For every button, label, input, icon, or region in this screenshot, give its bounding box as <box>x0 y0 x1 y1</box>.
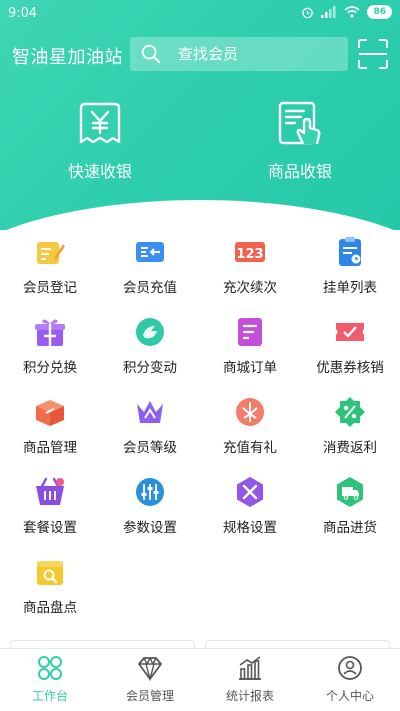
tab-label: 工作台 <box>31 689 68 703</box>
crown-icon <box>137 401 163 423</box>
points-change-icon <box>136 318 164 346</box>
grid-label: 商城订单 <box>223 360 277 376</box>
grid-label: 参数设置 <box>123 520 177 536</box>
tab-member-manage[interactable]: 会员管理 <box>100 653 200 704</box>
grid-label: 优惠券核销 <box>316 360 384 376</box>
grid-label: 会员等级 <box>123 440 177 456</box>
grid-label: 商品盘点 <box>23 600 77 616</box>
inventory-search-icon <box>37 561 63 585</box>
search-icon <box>141 44 161 64</box>
grid-item-member-level[interactable]: 会员等级 <box>100 392 200 472</box>
product-checkout-label: 商品收银 <box>267 162 332 181</box>
alarm-icon <box>302 7 314 18</box>
grid-label: 会员登记 <box>23 280 77 296</box>
grid-item-points-change[interactable]: 积分变动 <box>100 312 200 392</box>
person-icon <box>338 656 362 680</box>
status-time: 9:04 <box>8 6 38 21</box>
grid-label: 积分兑换 <box>23 360 77 376</box>
grid-label: 商品进货 <box>323 520 377 536</box>
status-icons: 86 <box>301 5 392 19</box>
grid-item-recharge-gift[interactable]: 充值有礼 <box>200 392 300 472</box>
pending-list-icon <box>339 237 361 266</box>
search-box[interactable] <box>130 37 348 71</box>
grid-item-member-recharge[interactable]: 会员充值 <box>100 232 200 312</box>
gift-icon <box>35 319 65 346</box>
grid-item-package-setting[interactable]: 套餐设置 <box>0 472 100 552</box>
status-bar: 9:04 86 <box>0 0 400 28</box>
grid-item-coupon-check[interactable]: 优惠券核销 <box>300 312 400 392</box>
tab-label: 个人中心 <box>325 689 374 703</box>
grid-item-product-manage[interactable]: 商品管理 <box>0 392 100 472</box>
grid-label: 套餐设置 <box>23 520 77 536</box>
tab-label: 统计报表 <box>225 689 274 703</box>
grid-label: 会员充值 <box>123 280 177 296</box>
count-recharge-icon: 123 <box>235 242 265 262</box>
tools-icon <box>237 477 263 507</box>
grid-label: 消费返利 <box>323 440 377 456</box>
bar-chart-icon <box>239 656 261 680</box>
header-curve <box>0 200 400 230</box>
percent-badge-icon <box>335 397 365 427</box>
tab-workbench[interactable]: 工作台 <box>0 653 100 704</box>
coupon-check-icon <box>336 323 364 341</box>
truck-icon <box>337 477 363 507</box>
scan-icon[interactable] <box>357 38 389 70</box>
grid-item-member-register[interactable]: 会员登记 <box>0 232 100 312</box>
grid-label: 充次续次 <box>223 280 277 296</box>
tab-label: 会员管理 <box>125 689 174 703</box>
grid-item-pending-list[interactable]: 挂单列表 <box>300 232 400 312</box>
wifi-icon <box>344 6 360 18</box>
bottom-tab-bar: 工作台 会员管理 统计报表 个人中心 <box>0 648 400 711</box>
signal-icon <box>321 6 336 18</box>
search-input[interactable] <box>178 45 328 63</box>
yuan-receipt-icon <box>79 102 121 144</box>
station-name: 智油星加油站 <box>12 47 123 68</box>
grid-label: 商品管理 <box>23 440 77 456</box>
tab-personal-center[interactable]: 个人中心 <box>300 653 400 704</box>
recharge-gift-icon <box>236 398 264 426</box>
grid-item-mall-order[interactable]: 商城订单 <box>200 312 300 392</box>
grid-label: 挂单列表 <box>323 280 377 296</box>
sliders-icon <box>136 478 164 506</box>
grid-item-count-recharge[interactable]: 123 充次续次 <box>200 232 300 312</box>
grid-item-consume-rebate[interactable]: 消费返利 <box>300 392 400 472</box>
card-recharge-icon <box>136 242 164 262</box>
workbench-icon <box>38 656 62 680</box>
grid-item-spec-setting[interactable]: 规格设置 <box>200 472 300 552</box>
svg-text:123: 123 <box>236 247 263 262</box>
grid-item-product-purchase[interactable]: 商品进货 <box>300 472 400 552</box>
grid-item-inventory-check[interactable]: 商品盘点 <box>0 552 100 632</box>
grid-item-param-setting[interactable]: 参数设置 <box>100 472 200 552</box>
grid-label: 积分变动 <box>123 360 177 376</box>
mall-order-icon <box>238 318 262 346</box>
product-checkout-button[interactable]: 商品收银 <box>245 100 355 182</box>
tab-statistics[interactable]: 统计报表 <box>200 653 300 704</box>
grid-item-points-exchange[interactable]: 积分兑换 <box>0 312 100 392</box>
basket-icon <box>36 477 64 505</box>
box-icon <box>36 400 64 426</box>
grid-label: 规格设置 <box>223 520 277 536</box>
battery-icon: 86 <box>367 5 392 19</box>
grid-label: 充值有礼 <box>223 440 277 456</box>
quick-checkout-label: 快速收银 <box>67 162 132 181</box>
product-checkout-icon <box>278 101 321 145</box>
quick-checkout-button[interactable]: 快速收银 <box>45 100 155 182</box>
pencil-card-icon <box>37 242 65 264</box>
diamond-icon <box>138 656 162 681</box>
